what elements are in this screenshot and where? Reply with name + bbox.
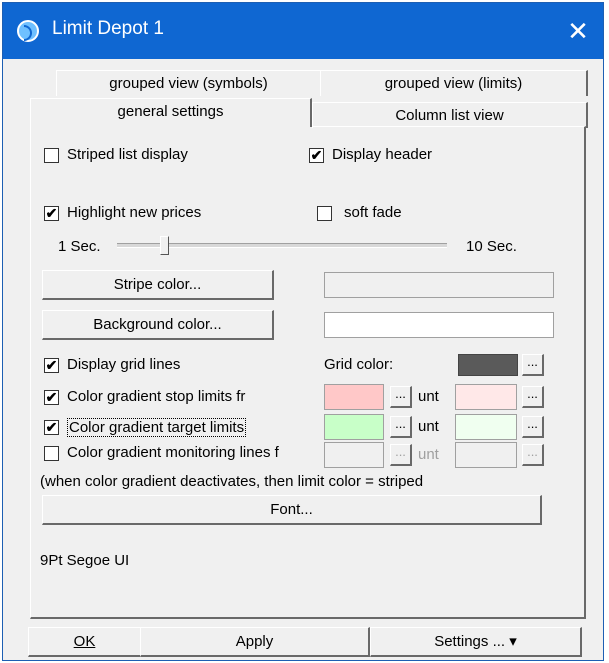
fade-duration-slider-thumb[interactable] (160, 236, 169, 255)
stop-limits-to-swatch (455, 384, 517, 410)
monitoring-lines-gradient-checkbox[interactable] (44, 446, 59, 461)
stop-limits-to-picker-button[interactable]: ... (522, 386, 544, 408)
striped-list-label: Striped list display (67, 146, 188, 163)
ok-button-label: OK (73, 633, 96, 650)
target-limits-from-picker-button[interactable]: ... (390, 416, 412, 438)
close-button[interactable]: ✕ (553, 3, 603, 59)
stripe-color-button[interactable]: Stripe color... (42, 270, 274, 300)
target-limits-gradient-checkbox[interactable]: ✔ (44, 420, 59, 435)
monitoring-lines-unt-label: unt (418, 446, 439, 463)
target-limits-unt-label: unt (418, 418, 439, 435)
background-color-button[interactable]: Background color... (42, 310, 274, 340)
tab-grouped-view-limits[interactable]: grouped view (limits) (320, 70, 588, 96)
monitoring-lines-to-picker-button[interactable]: ... (522, 444, 544, 466)
stop-limits-unt-label: unt (418, 388, 439, 405)
stop-limits-from-picker-button[interactable]: ... (390, 386, 412, 408)
target-limits-to-swatch (455, 414, 517, 440)
target-limits-to-picker-button[interactable]: ... (522, 416, 544, 438)
stripe-color-swatch (324, 272, 554, 298)
ok-button[interactable]: OK (28, 627, 142, 657)
tab-column-list-view[interactable]: Column list view (312, 102, 588, 128)
display-header-checkbox[interactable]: ✔ (309, 148, 324, 163)
striped-list-checkbox[interactable] (44, 148, 59, 163)
display-grid-lines-checkbox[interactable]: ✔ (44, 358, 59, 373)
slider-max-label: 10 Sec. (466, 238, 517, 255)
soft-fade-label: soft fade (344, 204, 402, 221)
monitoring-lines-gradient-label: Color gradient monitoring lines f (67, 444, 279, 461)
title-bar[interactable]: Limit Depot 1 ✕ (3, 3, 603, 59)
highlight-new-prices-checkbox[interactable]: ✔ (44, 206, 59, 221)
apply-button[interactable]: Apply (140, 627, 370, 657)
font-button[interactable]: Font... (42, 495, 542, 525)
monitoring-lines-from-picker-button[interactable]: ... (390, 444, 412, 466)
grid-color-picker-button[interactable]: ... (522, 354, 544, 376)
highlight-new-prices-label: Highlight new prices (67, 204, 202, 221)
target-limits-gradient-label: Color gradient target limits (67, 418, 247, 437)
stop-limits-gradient-label: Color gradient stop limits fr (67, 388, 246, 405)
soft-fade-checkbox[interactable] (317, 206, 332, 221)
gradient-note: (when color gradient deactivates, then l… (40, 473, 424, 490)
font-info: 9Pt Segoe UI (40, 552, 130, 569)
slider-min-label: 1 Sec. (58, 238, 101, 255)
monitoring-lines-from-swatch (324, 442, 384, 468)
display-header-label: Display header (332, 146, 433, 163)
tab-grouped-view-symbols[interactable]: grouped view (symbols) (56, 70, 322, 96)
settings-dropdown-button[interactable]: Settings ... ▾ (370, 627, 582, 657)
tab-general-settings[interactable]: general settings (30, 98, 312, 127)
stop-limits-from-swatch (324, 384, 384, 410)
stop-limits-gradient-checkbox[interactable]: ✔ (44, 390, 59, 405)
grid-color-swatch (458, 354, 518, 376)
background-color-swatch (324, 312, 554, 338)
window-title: Limit Depot 1 (52, 18, 164, 39)
app-icon (17, 20, 39, 42)
monitoring-lines-to-swatch (455, 442, 517, 468)
grid-color-label: Grid color: (324, 356, 394, 373)
display-grid-lines-label: Display grid lines (67, 356, 181, 373)
target-limits-from-swatch (324, 414, 384, 440)
